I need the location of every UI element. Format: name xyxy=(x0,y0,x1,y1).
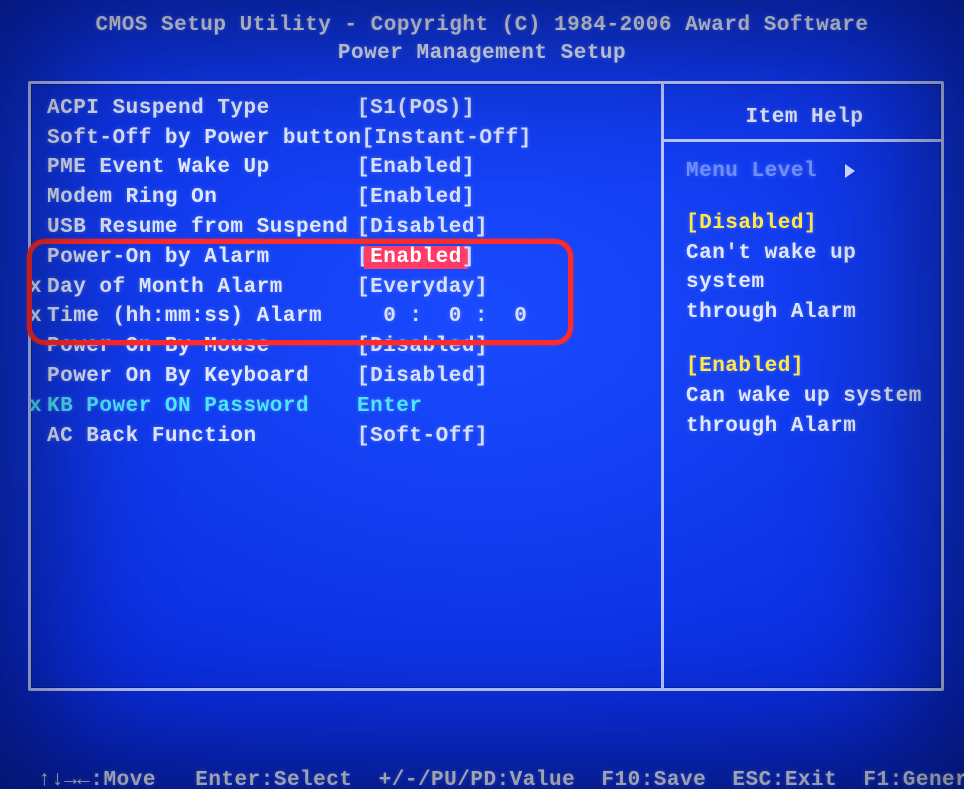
setting-label: PME Event Wake Up xyxy=(47,153,357,183)
setting-value: [S1(POS)] xyxy=(357,94,475,124)
help-enabled-block: [Enabled] Can wake up system through Ala… xyxy=(686,352,923,441)
help-separator xyxy=(664,139,941,142)
menu-level: Menu Level xyxy=(686,160,923,183)
setting-label: Power-On by Alarm xyxy=(47,243,357,273)
setting-value: Enter xyxy=(357,392,423,422)
setting-value: [Disabled] xyxy=(357,213,488,243)
setting-value: [Disabled] xyxy=(357,362,488,392)
setting-pme-event-wakeup[interactable]: PME Event Wake Up [Enabled] xyxy=(47,153,655,183)
setting-ac-back-function[interactable]: AC Back Function [Soft-Off] xyxy=(47,422,655,452)
help-disabled-line1: Can't wake up system xyxy=(686,239,923,299)
setting-label: Day of Month Alarm xyxy=(47,273,357,303)
setting-label: Power On By Keyboard xyxy=(47,362,357,392)
setting-usb-resume[interactable]: USB Resume from Suspend [Disabled] xyxy=(47,213,655,243)
setting-label: KB Power ON Password xyxy=(47,392,357,422)
setting-power-on-by-mouse[interactable]: Power On By Mouse [Disabled] xyxy=(47,332,655,362)
header: CMOS Setup Utility - Copyright (C) 1984-… xyxy=(10,8,954,75)
footer-hints: ↑↓→←:Move Enter:Select +/-/PU/PD:Value F… xyxy=(10,691,954,789)
setting-label: USB Resume from Suspend xyxy=(47,213,357,243)
setting-soft-off[interactable]: Soft-Off by Power button [Instant-Off] xyxy=(47,124,655,154)
sub-prefix: x xyxy=(29,273,47,303)
help-title: Item Help xyxy=(686,106,923,129)
setting-label: AC Back Function xyxy=(47,422,357,452)
chevron-right-icon xyxy=(845,164,855,178)
setting-acpi-suspend-type[interactable]: ACPI Suspend Type [S1(POS)] xyxy=(47,94,655,124)
setting-label: ACPI Suspend Type xyxy=(47,94,357,124)
setting-power-on-by-keyboard[interactable]: Power On By Keyboard [Disabled] xyxy=(47,362,655,392)
setting-modem-ring-on[interactable]: Modem Ring On [Enabled] xyxy=(47,183,655,213)
setting-value: [Enabled] xyxy=(357,183,475,213)
menu-level-label: Menu Level xyxy=(686,160,817,183)
bios-screen: CMOS Setup Utility - Copyright (C) 1984-… xyxy=(0,0,964,789)
help-disabled-line2: through Alarm xyxy=(686,298,923,328)
help-enabled-line1: Can wake up system xyxy=(686,382,923,412)
setting-value: [Everyday] xyxy=(357,273,488,303)
setting-time-alarm[interactable]: x Time (hh:mm:ss) Alarm 0 : 0 : 0 xyxy=(47,302,655,332)
help-pane: Item Help Menu Level [Disabled] Can't wa… xyxy=(664,84,941,688)
main-frame: ACPI Suspend Type [S1(POS)] Soft-Off by … xyxy=(28,81,944,691)
setting-power-on-by-alarm[interactable]: Power-On by Alarm [Enabled] xyxy=(47,243,655,273)
header-title-2: Power Management Setup xyxy=(10,40,954,68)
setting-label: Time (hh:mm:ss) Alarm xyxy=(47,302,357,332)
setting-value: [Enabled] xyxy=(357,153,475,183)
footer-line-1: ↑↓→←:Move Enter:Select +/-/PU/PD:Value F… xyxy=(38,766,944,789)
setting-value: [Disabled] xyxy=(357,332,488,362)
help-disabled-label: [Disabled] xyxy=(686,209,923,239)
setting-label: Power On By Mouse xyxy=(47,332,357,362)
sub-prefix: x xyxy=(29,392,47,422)
sub-prefix: x xyxy=(29,302,47,332)
help-enabled-line2: through Alarm xyxy=(686,412,923,442)
help-enabled-label: [Enabled] xyxy=(686,352,923,382)
setting-value: 0 : 0 : 0 xyxy=(357,302,527,332)
setting-kb-power-on-password: x KB Power ON Password Enter xyxy=(47,392,655,422)
setting-day-of-month-alarm[interactable]: x Day of Month Alarm [Everyday] xyxy=(47,273,655,303)
setting-value: [Soft-Off] xyxy=(357,422,488,452)
header-title-1: CMOS Setup Utility - Copyright (C) 1984-… xyxy=(10,12,954,40)
setting-value: [Enabled] xyxy=(357,243,475,273)
setting-label: Soft-Off by Power button xyxy=(47,124,361,154)
help-disabled-block: [Disabled] Can't wake up system through … xyxy=(686,209,923,328)
selected-value: Enabled xyxy=(364,246,468,269)
setting-value: [Instant-Off] xyxy=(361,124,531,154)
setting-label: Modem Ring On xyxy=(47,183,357,213)
settings-pane: ACPI Suspend Type [S1(POS)] Soft-Off by … xyxy=(31,84,664,688)
